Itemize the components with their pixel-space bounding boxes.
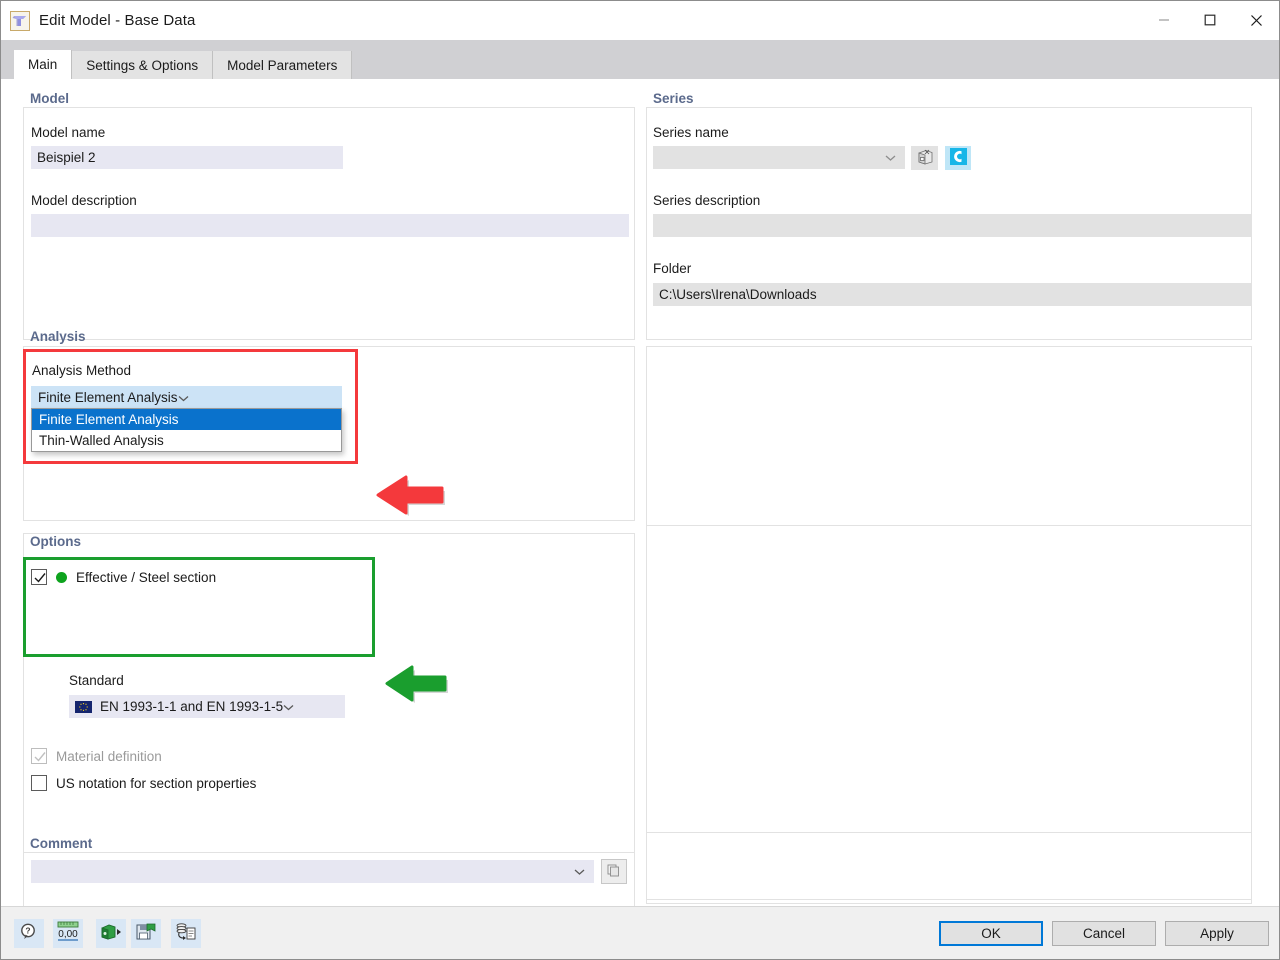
- series-folder-label: Folder: [653, 261, 691, 276]
- minimize-icon[interactable]: [1141, 1, 1187, 39]
- analysis-panel-title: Analysis: [30, 329, 86, 344]
- svg-text:0,00: 0,00: [58, 929, 78, 940]
- standard-combo[interactable]: EN 1993-1-1 and EN 1993-1-5: [69, 695, 345, 718]
- standard-value: EN 1993-1-1 and EN 1993-1-5: [100, 699, 283, 714]
- apply-button[interactable]: Apply: [1165, 921, 1269, 946]
- material-definition-label: Material definition: [56, 749, 162, 764]
- cloud-connect-icon: [950, 148, 967, 168]
- comment-copy-button[interactable]: [601, 859, 627, 884]
- dialog-content: Model Model name Beispiel 2 Model descri…: [1, 79, 1279, 906]
- save-icon: [135, 922, 157, 945]
- model-name-label: Model name: [31, 125, 105, 140]
- series-name-label: Series name: [653, 125, 729, 140]
- model-panel-title: Model: [30, 91, 69, 106]
- chevron-down-icon: [885, 154, 896, 161]
- green-annotation-arrow: [383, 663, 449, 712]
- dropdown-option-thin-walled-analysis[interactable]: Thin-Walled Analysis: [32, 430, 341, 451]
- effective-steel-checkbox-row[interactable]: Effective / Steel section: [31, 569, 216, 585]
- ok-button[interactable]: OK: [939, 921, 1043, 946]
- maximize-icon[interactable]: [1187, 1, 1233, 39]
- chevron-down-icon: [574, 868, 585, 875]
- analysis-method-combo[interactable]: Finite Element Analysis: [31, 386, 342, 408]
- tab-settings-options-label: Settings & Options: [86, 58, 198, 73]
- series-folder-input[interactable]: C:\Users\Irena\Downloads: [653, 283, 1251, 306]
- export-icon: [100, 922, 122, 945]
- dropdown-option-finite-element-analysis[interactable]: Finite Element Analysis: [32, 409, 341, 430]
- effective-steel-checkbox[interactable]: [31, 569, 47, 585]
- series-name-combo[interactable]: [653, 146, 905, 169]
- us-notation-label: US notation for section properties: [56, 776, 256, 791]
- copy-comment-icon: [606, 862, 622, 881]
- eu-flag-icon: [75, 701, 92, 713]
- effective-steel-label: Effective / Steel section: [76, 570, 216, 585]
- footer-extra-panel: [646, 832, 1252, 900]
- window-title: Edit Model - Base Data: [39, 12, 195, 29]
- tab-model-parameters-label: Model Parameters: [227, 58, 337, 73]
- save-button[interactable]: [131, 919, 161, 948]
- model-description-label: Model description: [31, 193, 137, 208]
- report-icon: [175, 922, 197, 945]
- dropdown-option-label: Finite Element Analysis: [39, 412, 179, 427]
- edit-model-dialog: Edit Model - Base Data Main Settings & O…: [0, 0, 1280, 960]
- material-definition-checkbox-box[interactable]: [31, 748, 47, 764]
- material-definition-control[interactable]: Material definition: [31, 748, 162, 764]
- model-description-input[interactable]: [31, 214, 629, 237]
- svg-text:?: ?: [25, 926, 30, 936]
- series-description-label: Series description: [653, 193, 760, 208]
- database-icon: [916, 148, 934, 169]
- cancel-button[interactable]: Cancel: [1052, 921, 1156, 946]
- units-icon: 0,00: [55, 920, 81, 947]
- help-icon: ?: [19, 922, 39, 945]
- model-name-input[interactable]: Beispiel 2: [31, 146, 343, 169]
- tab-settings-options[interactable]: Settings & Options: [72, 51, 213, 79]
- series-database-button[interactable]: [911, 146, 938, 170]
- tab-strip: Main Settings & Options Model Parameters: [1, 40, 1279, 79]
- apply-button-label: Apply: [1200, 926, 1234, 941]
- tab-main[interactable]: Main: [14, 50, 72, 79]
- analysis-method-value: Finite Element Analysis: [38, 390, 178, 405]
- us-notation-checkbox-box[interactable]: [31, 775, 47, 791]
- tab-main-label: Main: [28, 57, 57, 72]
- standard-label: Standard: [69, 673, 124, 688]
- close-icon[interactable]: [1233, 1, 1279, 39]
- chevron-down-icon: [283, 699, 294, 714]
- options-panel-title: Options: [30, 534, 81, 549]
- help-button[interactable]: ?: [14, 919, 44, 948]
- series-panel-title: Series: [653, 91, 694, 106]
- analysis-method-dropdown[interactable]: Finite Element Analysis Thin-Walled Anal…: [31, 408, 342, 452]
- export-button[interactable]: [96, 919, 126, 948]
- comment-panel-title: Comment: [30, 836, 92, 851]
- title-bar: Edit Model - Base Data: [1, 1, 1279, 40]
- section-profile-icon: [10, 11, 30, 31]
- ok-button-label: OK: [981, 926, 1001, 941]
- us-notation-control[interactable]: US notation for section properties: [31, 775, 256, 791]
- analysis-method-label: Analysis Method: [32, 363, 131, 378]
- comment-combo[interactable]: [31, 860, 594, 883]
- tab-model-parameters[interactable]: Model Parameters: [213, 51, 352, 79]
- red-annotation-arrow: [373, 472, 445, 525]
- status-dot-icon: [56, 572, 67, 583]
- series-description-input[interactable]: [653, 214, 1251, 237]
- chevron-down-icon: [178, 390, 189, 405]
- dropdown-option-label: Thin-Walled Analysis: [39, 433, 164, 448]
- window-controls: [1141, 1, 1279, 39]
- cancel-button-label: Cancel: [1083, 926, 1125, 941]
- report-button[interactable]: [171, 919, 201, 948]
- series-cloud-button[interactable]: [945, 146, 971, 170]
- units-button[interactable]: 0,00: [53, 919, 83, 948]
